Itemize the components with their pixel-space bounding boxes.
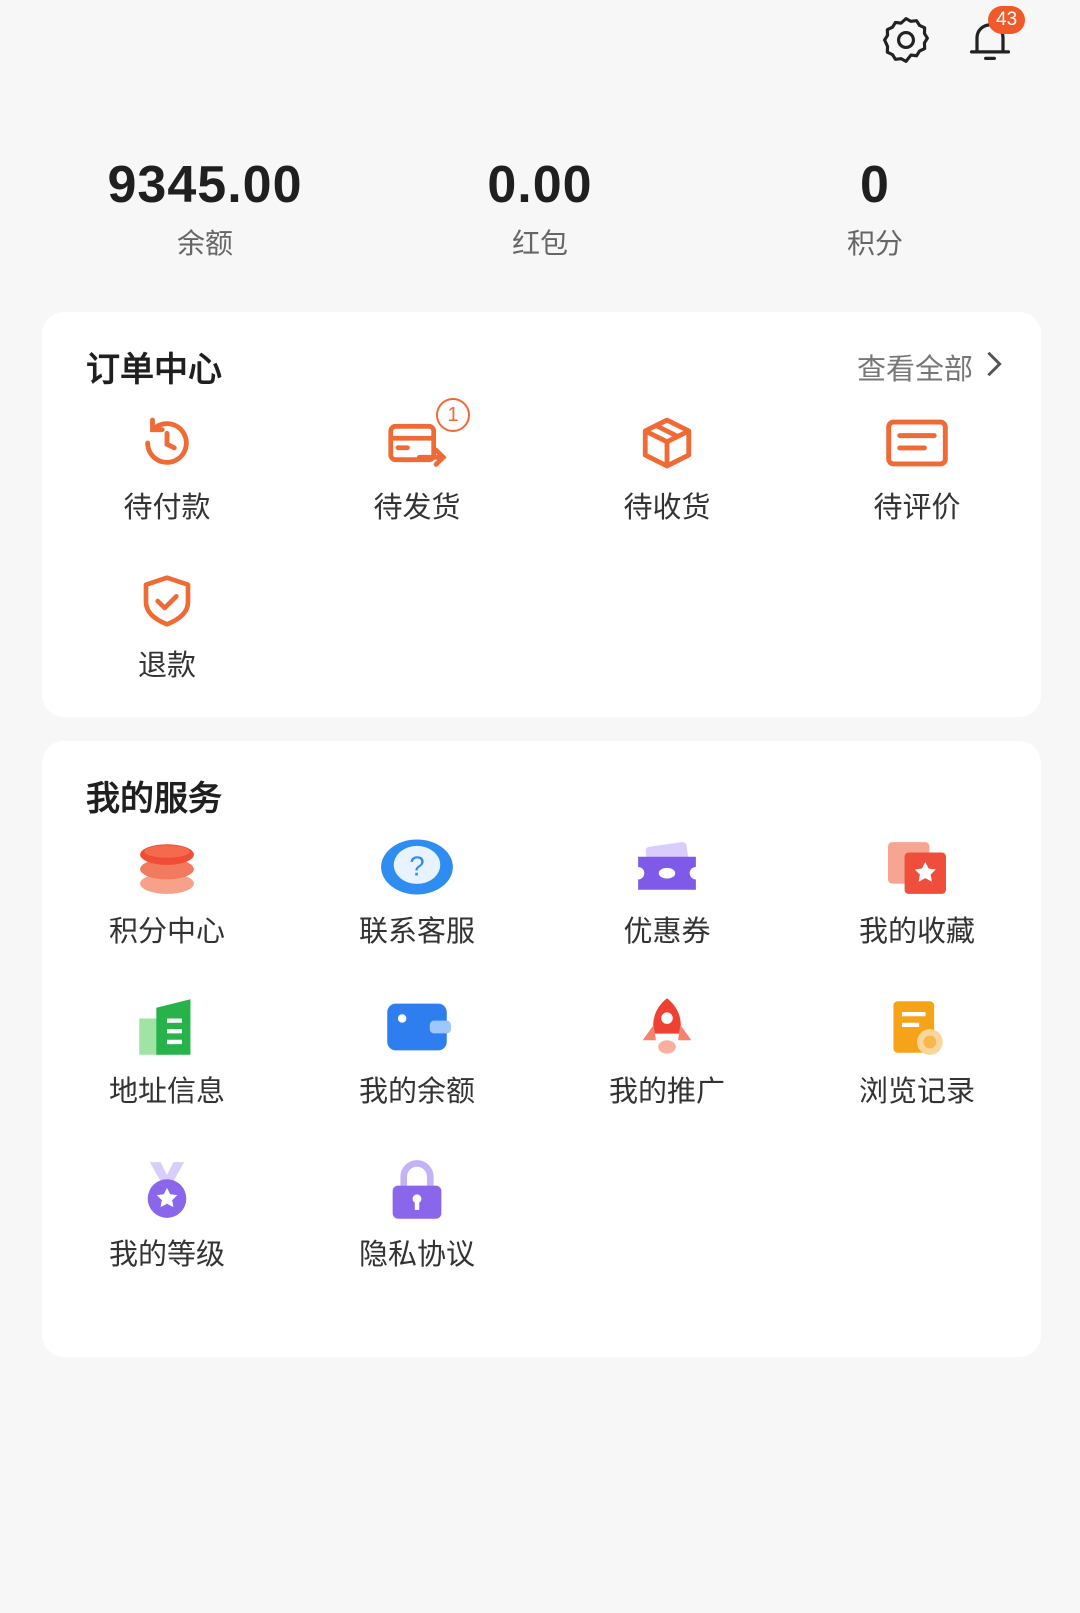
history-doc-icon bbox=[792, 996, 1042, 1058]
stat-value: 9345.00 bbox=[107, 156, 303, 214]
notification-count-badge: 43 bbox=[988, 6, 1026, 34]
order-item-label: 待发货 bbox=[373, 490, 461, 524]
comment-list-icon bbox=[792, 412, 1042, 474]
service-customer-support[interactable]: ? 联系客服 bbox=[292, 836, 542, 950]
service-item-label: 隐私协议 bbox=[358, 1237, 475, 1271]
service-my-promotion[interactable]: 我的推广 bbox=[542, 996, 792, 1110]
order-item-label: 待收货 bbox=[623, 490, 711, 524]
order-pending-receipt[interactable]: 待收货 bbox=[542, 412, 792, 526]
stat-label: 红包 bbox=[511, 227, 568, 260]
order-pending-review[interactable]: 待评价 bbox=[792, 412, 1042, 526]
rocket-icon bbox=[542, 996, 792, 1058]
gear-icon[interactable] bbox=[876, 10, 936, 70]
stat-balance[interactable]: 9345.00 余额 bbox=[55, 150, 355, 262]
order-center-card: 订单中心 查看全部 待付款 1 待发货 待收货 待评价 退款 bbox=[42, 312, 1041, 717]
stat-value: 0.00 bbox=[487, 156, 593, 214]
service-item-label: 我的推广 bbox=[608, 1074, 725, 1108]
service-privacy-policy[interactable]: 隐私协议 bbox=[292, 1159, 542, 1273]
order-item-label: 退款 bbox=[137, 648, 196, 682]
order-center-title: 订单中心 bbox=[86, 350, 222, 390]
service-item-label: 我的余额 bbox=[358, 1074, 475, 1108]
service-item-label: 联系客服 bbox=[358, 914, 475, 948]
order-pending-shipment[interactable]: 1 待发货 bbox=[292, 398, 542, 526]
coupon-ticket-icon bbox=[542, 836, 792, 898]
clock-refresh-icon bbox=[42, 412, 292, 474]
order-count-badge: 1 bbox=[436, 398, 470, 432]
coins-stack-icon bbox=[42, 836, 292, 898]
stat-value: 0 bbox=[860, 156, 890, 214]
order-item-label: 待付款 bbox=[123, 490, 211, 524]
service-my-balance[interactable]: 我的余额 bbox=[292, 996, 542, 1110]
chevron-right-icon bbox=[983, 349, 1005, 386]
service-item-label: 我的等级 bbox=[108, 1237, 225, 1271]
wallet-icon bbox=[292, 996, 542, 1058]
service-points-center[interactable]: 积分中心 bbox=[42, 836, 292, 950]
service-address-info[interactable]: 地址信息 bbox=[42, 996, 292, 1110]
level-medal-icon bbox=[42, 1159, 292, 1221]
view-all-label: 查看全部 bbox=[856, 352, 973, 386]
svg-text:?: ? bbox=[409, 850, 424, 881]
service-item-label: 浏览记录 bbox=[858, 1074, 975, 1108]
top-bar: 43 bbox=[0, 0, 1080, 80]
service-coupons[interactable]: 优惠券 bbox=[542, 836, 792, 950]
order-refund[interactable]: 退款 bbox=[42, 570, 292, 684]
account-stats: 9345.00 余额 0.00 红包 0 积分 bbox=[0, 150, 1080, 270]
shield-check-icon bbox=[42, 570, 292, 632]
my-services-card: 我的服务 积分中心 ? 联系客服 优惠券 我的收藏 地址信息 我的余额 我的推广… bbox=[42, 741, 1041, 1357]
order-item-label: 待评价 bbox=[873, 490, 961, 524]
stat-label: 积分 bbox=[846, 227, 903, 260]
service-my-level[interactable]: 我的等级 bbox=[42, 1159, 292, 1273]
privacy-lock-icon bbox=[292, 1159, 542, 1221]
address-book-icon bbox=[42, 996, 292, 1058]
service-favorites[interactable]: 我的收藏 bbox=[792, 836, 1042, 950]
order-pending-payment[interactable]: 待付款 bbox=[42, 412, 292, 526]
bell-icon[interactable]: 43 bbox=[958, 6, 1026, 70]
service-item-label: 积分中心 bbox=[108, 914, 225, 948]
favorite-star-icon bbox=[792, 836, 1042, 898]
stat-points[interactable]: 0 积分 bbox=[725, 150, 1025, 262]
my-services-title: 我的服务 bbox=[86, 779, 222, 819]
service-browse-history[interactable]: 浏览记录 bbox=[792, 996, 1042, 1110]
stat-label: 余额 bbox=[176, 227, 233, 260]
stat-red-packet[interactable]: 0.00 红包 bbox=[390, 150, 690, 262]
view-all-orders-link[interactable]: 查看全部 bbox=[857, 346, 1005, 388]
help-chat-icon: ? bbox=[292, 836, 542, 898]
package-box-icon bbox=[542, 412, 792, 474]
service-item-label: 我的收藏 bbox=[858, 914, 975, 948]
card-send-icon: 1 bbox=[292, 398, 542, 474]
service-item-label: 地址信息 bbox=[108, 1074, 225, 1108]
service-item-label: 优惠券 bbox=[623, 914, 711, 948]
